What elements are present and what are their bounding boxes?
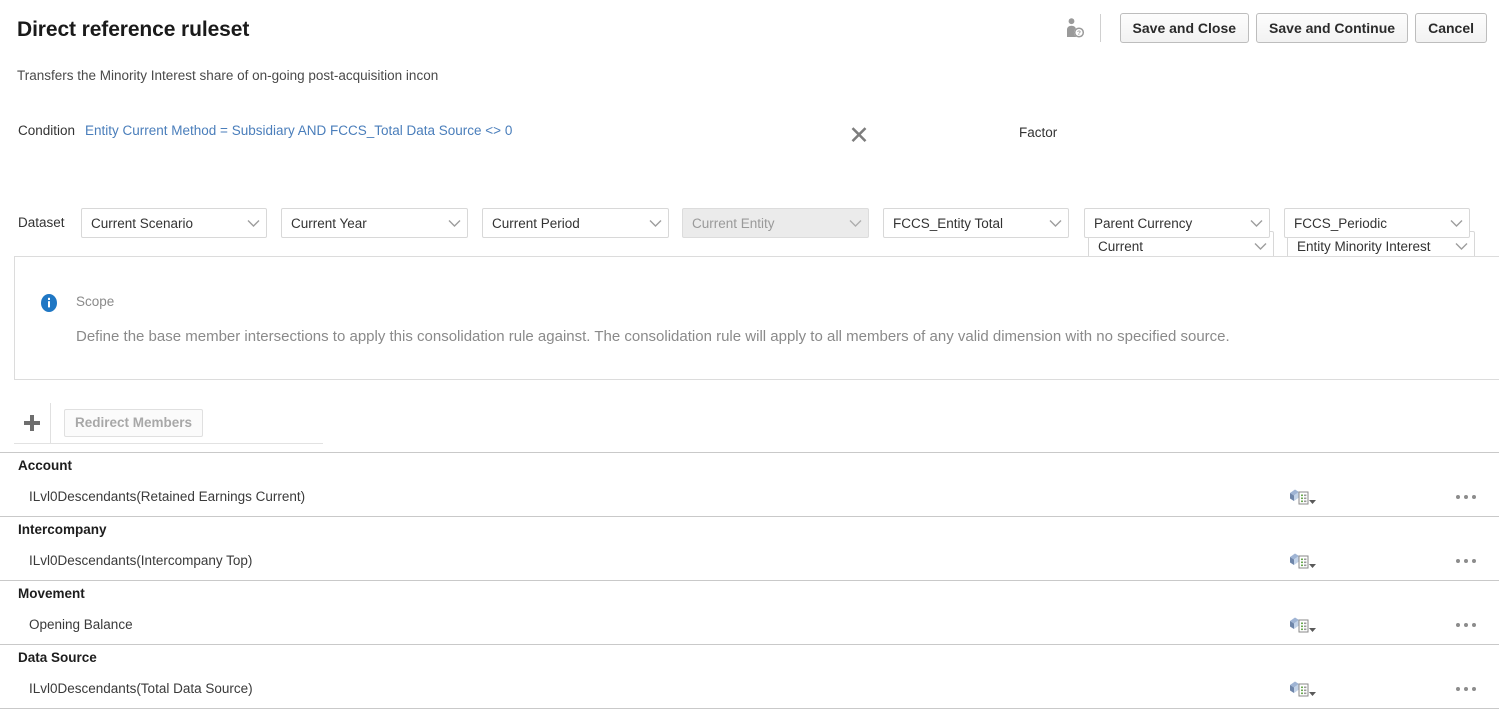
dataset-currency-select[interactable]: Parent Currency <box>1084 208 1270 238</box>
condition-expression-link[interactable]: Entity Current Method = Subsidiary AND F… <box>85 123 512 138</box>
scope-info-panel: Scope Define the base member intersectio… <box>14 256 1499 380</box>
chevron-down-icon <box>240 209 266 237</box>
dataset-label: Dataset <box>18 215 65 230</box>
dimension-header: Account <box>0 453 1499 477</box>
dataset-entity-value: Current Entity <box>683 216 842 231</box>
dataset-scenario-select[interactable]: Current Scenario <box>81 208 267 238</box>
member-selector-icon[interactable] <box>1288 678 1322 700</box>
dimension-group: Movement Opening Balance <box>0 581 1499 645</box>
condition-label: Condition <box>18 123 75 138</box>
dataset-consolidation-select[interactable]: FCCS_Entity Total <box>883 208 1069 238</box>
dataset-consolidation-value: FCCS_Entity Total <box>884 216 1042 231</box>
add-member-button[interactable] <box>14 403 50 443</box>
member-expression: Opening Balance <box>0 617 1499 632</box>
chevron-down-icon <box>1243 209 1269 237</box>
table-row[interactable]: Opening Balance <box>0 605 1499 644</box>
dataset-scenario-value: Current Scenario <box>82 216 240 231</box>
cancel-button[interactable]: Cancel <box>1415 13 1487 43</box>
table-row[interactable]: ILvl0Descendants(Total Data Source) <box>0 669 1499 708</box>
scope-title: Scope <box>76 294 114 309</box>
table-row[interactable]: ILvl0Descendants(Intercompany Top) <box>0 541 1499 580</box>
user-help-icon[interactable]: ? <box>1060 13 1090 43</box>
member-expression: ILvl0Descendants(Total Data Source) <box>0 681 1499 696</box>
member-scope-table: Account ILvl0Descendants(Retained Earnin… <box>0 452 1499 709</box>
member-expression: ILvl0Descendants(Intercompany Top) <box>0 553 1499 568</box>
dataset-entity-select: Current Entity <box>682 208 869 238</box>
dimension-header: Movement <box>0 581 1499 605</box>
dataset-view-select[interactable]: FCCS_Periodic <box>1284 208 1470 238</box>
dimension-header: Data Source <box>0 645 1499 669</box>
redirect-members-button: Redirect Members <box>64 409 203 437</box>
ellipsis-menu-icon[interactable] <box>1452 487 1480 507</box>
info-icon <box>39 293 59 313</box>
chevron-down-icon <box>642 209 668 237</box>
dimension-header: Intercompany <box>0 517 1499 541</box>
scope-description: Define the base member intersections to … <box>76 328 1230 345</box>
toolbar-divider <box>50 403 51 443</box>
dimension-group: Intercompany ILvl0Descendants(Intercompa… <box>0 517 1499 581</box>
factor-type-select-value: Current <box>1089 239 1247 254</box>
close-icon[interactable] <box>845 120 873 148</box>
svg-text:?: ? <box>1077 30 1081 37</box>
factor-label: Factor <box>1019 125 1057 140</box>
save-and-close-button[interactable]: Save and Close <box>1120 13 1250 43</box>
factor-member-select-value: Entity Minority Interest <box>1288 239 1448 254</box>
member-selector-icon[interactable] <box>1288 486 1322 508</box>
dataset-period-value: Current Period <box>483 216 642 231</box>
chevron-down-icon <box>1443 209 1469 237</box>
member-expression: ILvl0Descendants(Retained Earnings Curre… <box>0 489 1499 504</box>
ruleset-description: Transfers the Minority Interest share of… <box>17 68 487 83</box>
condition-row: Condition Entity Current Method = Subsid… <box>0 112 1499 156</box>
ellipsis-menu-icon[interactable] <box>1452 551 1480 571</box>
ellipsis-menu-icon[interactable] <box>1452 615 1480 635</box>
dataset-year-select[interactable]: Current Year <box>281 208 468 238</box>
dataset-year-value: Current Year <box>282 216 441 231</box>
ellipsis-menu-icon[interactable] <box>1452 679 1480 699</box>
table-row[interactable]: ILvl0Descendants(Retained Earnings Curre… <box>0 477 1499 516</box>
header-actions: ? Save and Close Save and Continue Cance… <box>1060 13 1487 43</box>
dataset-view-value: FCCS_Periodic <box>1285 216 1443 231</box>
chevron-down-icon <box>1042 209 1068 237</box>
page-header: Direct reference ruleset ? Save and Clos… <box>0 0 1499 60</box>
page-title: Direct reference ruleset <box>17 18 249 42</box>
member-selector-icon[interactable] <box>1288 614 1322 636</box>
chevron-down-icon <box>441 209 467 237</box>
dataset-currency-value: Parent Currency <box>1085 216 1243 231</box>
dataset-period-select[interactable]: Current Period <box>482 208 669 238</box>
member-toolbar: Redirect Members <box>14 402 323 444</box>
chevron-down-icon <box>842 209 868 237</box>
dimension-group: Account ILvl0Descendants(Retained Earnin… <box>0 452 1499 517</box>
direct-reference-ruleset-page: Direct reference ruleset ? Save and Clos… <box>0 0 1499 723</box>
dimension-group: Data Source ILvl0Descendants(Total Data … <box>0 645 1499 709</box>
member-selector-icon[interactable] <box>1288 550 1322 572</box>
header-divider <box>1100 14 1101 42</box>
save-and-continue-button[interactable]: Save and Continue <box>1256 13 1408 43</box>
